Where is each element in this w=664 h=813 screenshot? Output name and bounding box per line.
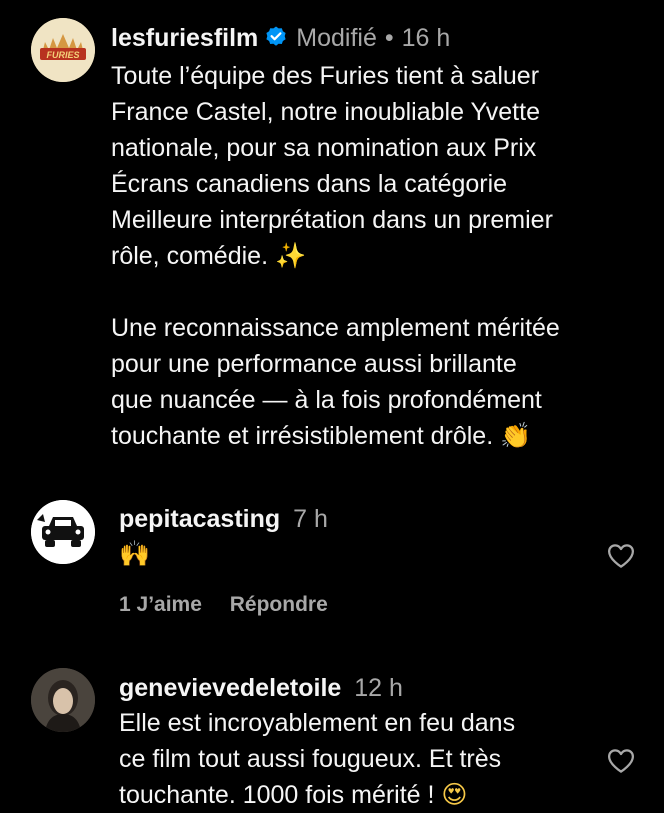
comment-username[interactable]: genevievedeletoile (119, 674, 341, 702)
comment-username[interactable]: pepitacasting (119, 505, 280, 533)
comment-item: genevievedeletoile 12 h Elle est incroya… (0, 660, 664, 809)
comment-text: Elle est incroyablement en feu dans ce f… (119, 705, 619, 813)
post-time[interactable]: 16 h (402, 24, 451, 52)
comment-text: 🙌 (119, 539, 151, 568)
comment-content: pepitacasting 7 h 🙌 (119, 502, 619, 572)
heart-eyes-emoji: 😍 (441, 780, 468, 809)
post-avatar[interactable]: FURIES (31, 18, 95, 82)
commenter-avatar[interactable] (31, 500, 95, 564)
furies-logo-icon: FURIES (31, 18, 95, 82)
verified-badge-icon (264, 24, 288, 58)
reply-button[interactable]: Répondre (230, 593, 328, 616)
post-caption-paragraph-1: Toute l’équipe des Furies tient à saluer… (111, 58, 611, 274)
post-caption: FURIES lesfuriesfilm Modifié • 16 h Toute … (0, 0, 664, 470)
comment-content: genevievedeletoile 12 h Elle est incroya… (119, 671, 619, 813)
post-caption-paragraph-2: Une reconnaissance amplement méritée pou… (111, 310, 611, 454)
comment-header: pepitacasting 7 h (119, 502, 619, 536)
comment-time[interactable]: 7 h (293, 505, 328, 533)
caption-text-2: Une reconnaissance amplement méritée pou… (111, 314, 560, 450)
comment-time[interactable]: 12 h (354, 674, 403, 702)
heart-outline-icon[interactable] (606, 746, 636, 776)
logo-text: FURIES (46, 50, 79, 60)
separator-dot: • (384, 24, 394, 52)
comment-header: genevievedeletoile 12 h (119, 671, 619, 705)
comment-actions: 1 J’aime Répondre (119, 593, 328, 617)
clapping-emoji: 👏 (500, 421, 532, 450)
post-header: lesfuriesfilm Modifié • 16 h (111, 21, 611, 58)
comment-likes-count[interactable]: 1 J’aime (119, 593, 202, 616)
post-content: lesfuriesfilm Modifié • 16 h Toute l’équip… (111, 21, 611, 454)
heart-outline-icon[interactable] (606, 541, 636, 571)
comment-item: pepitacasting 7 h 🙌 1 J’aime Répondre (0, 490, 664, 640)
edited-label: Modifié (296, 24, 377, 52)
post-username[interactable]: lesfuriesfilm (111, 24, 258, 52)
pepitacasting-logo-icon (31, 500, 95, 564)
sparkles-emoji: ✨ (274, 241, 307, 270)
caption-text-1: Toute l’équipe des Furies tient à saluer… (111, 62, 553, 270)
profile-photo-icon (31, 668, 95, 732)
commenter-avatar[interactable] (31, 668, 95, 732)
